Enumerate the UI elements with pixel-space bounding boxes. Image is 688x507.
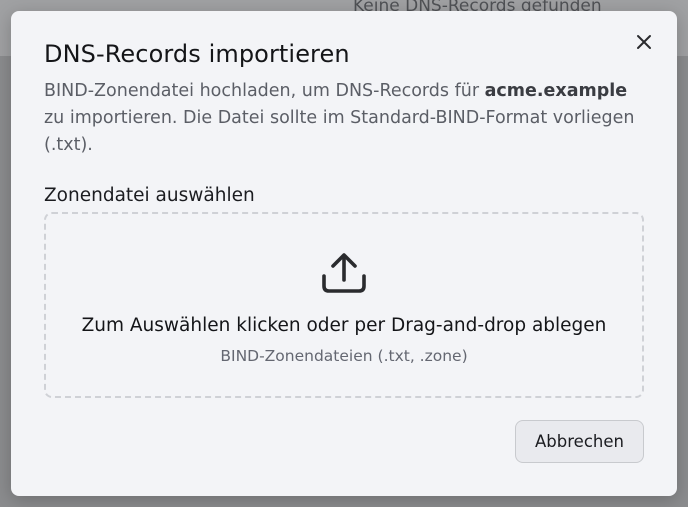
close-button[interactable] [633, 31, 655, 53]
close-icon [637, 35, 651, 49]
file-dropzone[interactable]: Zum Auswählen klicken oder per Drag-and-… [44, 212, 644, 398]
file-field-label: Zonendatei auswählen [44, 185, 255, 206]
dialog-title: DNS-Records importieren [44, 40, 350, 68]
import-dns-records-dialog: DNS-Records importieren BIND-Zonendatei … [11, 11, 677, 496]
cancel-button[interactable]: Abbrechen [515, 420, 644, 463]
upload-icon [322, 253, 366, 293]
dialog-description: BIND-Zonendatei hochladen, um DNS-Record… [44, 78, 644, 159]
description-text-before: BIND-Zonendatei hochladen, um DNS-Record… [44, 81, 485, 101]
description-text-after: zu importieren. Die Datei sollte im Stan… [44, 108, 635, 155]
dropzone-title: Zum Auswählen klicken oder per Drag-and-… [81, 315, 607, 336]
dropzone-subtitle: BIND-Zonendateien (.txt, .zone) [220, 347, 468, 365]
domain-name: acme.example [484, 81, 628, 101]
